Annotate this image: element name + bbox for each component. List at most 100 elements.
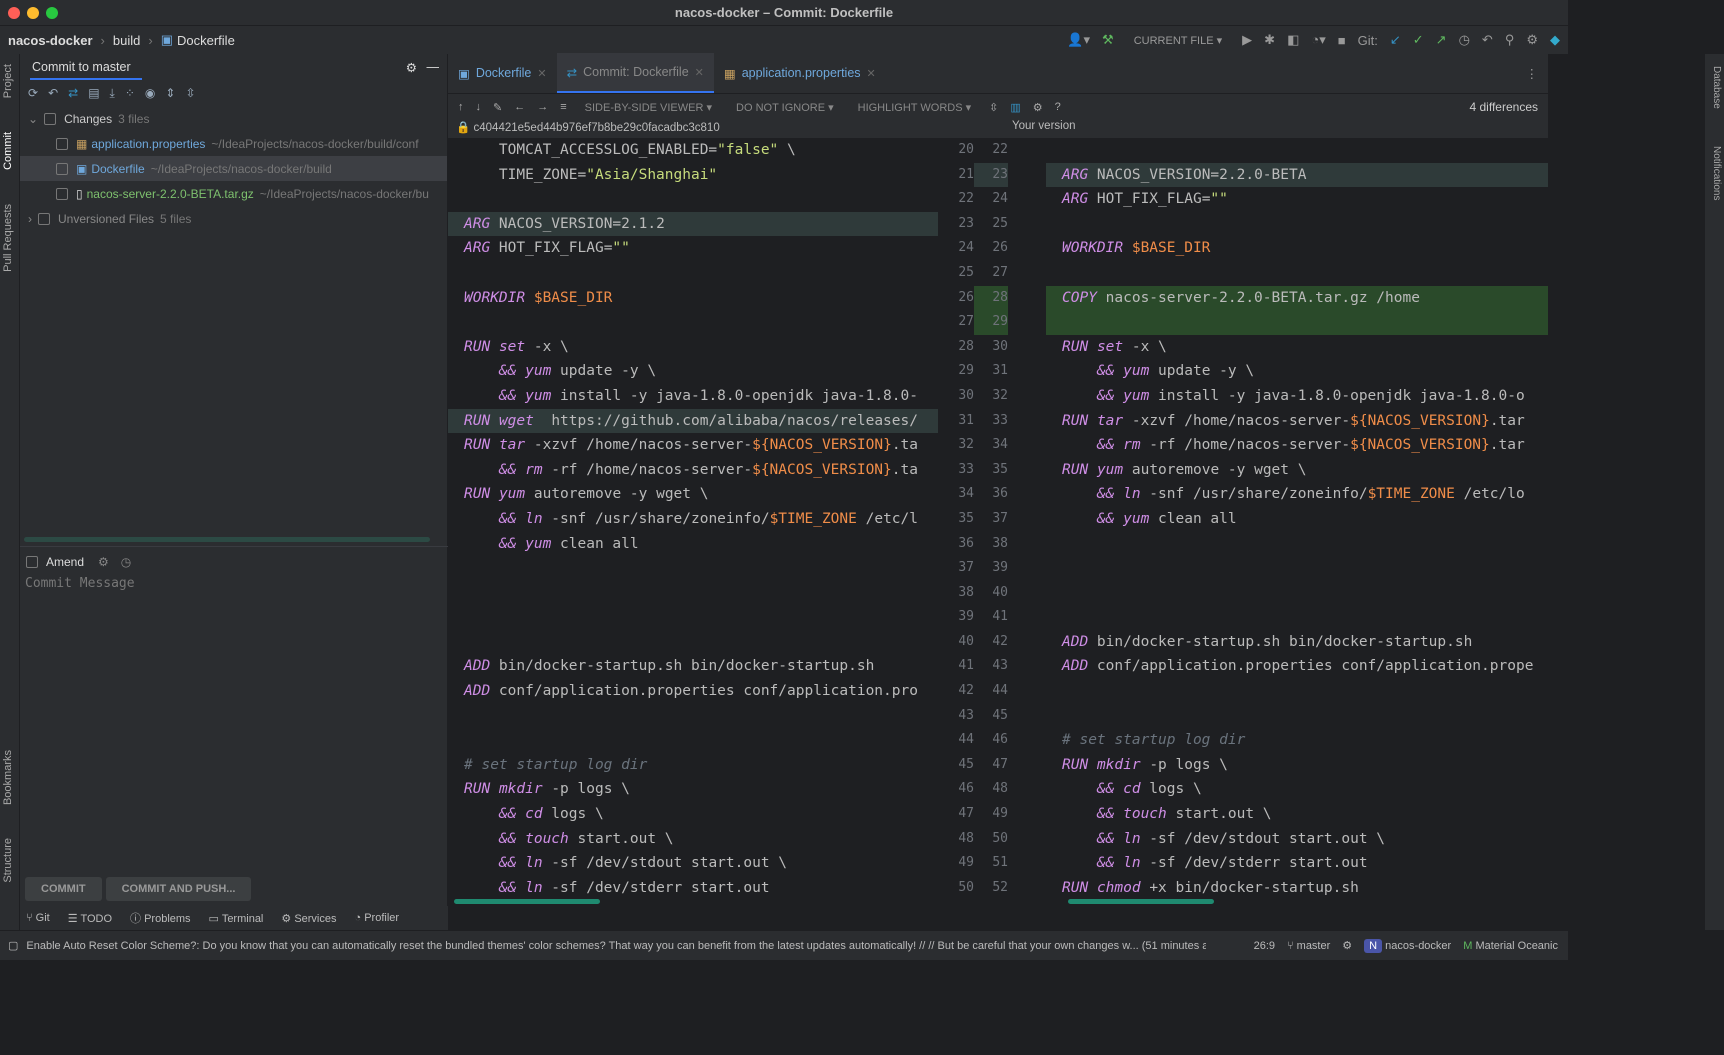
rollback-icon[interactable]: ↶ (48, 86, 58, 100)
collapse-all-icon[interactable]: ⇳ (185, 86, 195, 100)
amend-checkbox[interactable] (26, 555, 38, 568)
tab-commit-dockerfile[interactable]: ⇄ Commit: Dockerfile ✕ (556, 53, 714, 93)
changes-checkbox[interactable] (44, 112, 57, 125)
project-badge[interactable]: N nacos-docker (1364, 938, 1451, 953)
git-branch[interactable]: ⑂ master (1287, 940, 1330, 952)
refresh-icon[interactable]: ⟳ (28, 86, 38, 100)
file-checkbox[interactable] (56, 187, 68, 200)
tool-project[interactable]: Project (2, 64, 14, 98)
commit-button[interactable]: COMMIT (25, 877, 102, 901)
more-tabs-icon[interactable]: ⋮ (1526, 66, 1539, 81)
close-icon[interactable]: ✕ (867, 67, 876, 80)
chevron-right-icon[interactable]: › (28, 212, 32, 226)
back-icon[interactable]: ← (514, 101, 525, 113)
rollback-icon[interactable]: ↶ (1482, 32, 1493, 48)
file-row[interactable]: ▣ Dockerfile ~/IdeaProjects/nacos-docker… (20, 156, 447, 181)
tool-git[interactable]: ⑂ Git (26, 912, 50, 924)
next-diff-icon[interactable]: ↓ (476, 101, 482, 113)
status-message[interactable]: Enable Auto Reset Color Scheme?: Do you … (26, 940, 1206, 952)
file-checkbox[interactable] (56, 162, 68, 175)
close-icon[interactable]: ✕ (695, 66, 704, 79)
horizontal-scrollbar[interactable] (24, 537, 430, 542)
tool-structure[interactable]: Structure (2, 838, 14, 883)
tool-pull-requests[interactable]: Pull Requests (2, 204, 14, 272)
menu-icon[interactable]: ≡ (560, 101, 566, 113)
git-update-icon[interactable]: ↙ (1390, 32, 1401, 48)
git-push-icon[interactable]: ↗ (1436, 32, 1447, 48)
changelist-icon[interactable]: ▤ (88, 86, 99, 100)
user-icon[interactable]: 👤▾ (1067, 32, 1090, 48)
sync-scroll-icon[interactable]: ▥ (1010, 101, 1020, 114)
stop-icon[interactable]: ■ (1338, 33, 1346, 48)
search-icon[interactable]: ⚲ (1505, 32, 1515, 48)
view-options-eye-icon[interactable]: ◉ (145, 86, 155, 100)
group-by-icon[interactable]: ⁘ (125, 86, 135, 100)
tool-services[interactable]: ⚙ Services (281, 912, 336, 925)
breadcrumb-file[interactable]: Dockerfile (177, 33, 235, 48)
forward-icon[interactable]: → (537, 101, 548, 113)
changes-group[interactable]: ⌄ Changes 3 files (20, 106, 447, 131)
tab-dockerfile[interactable]: ▣ Dockerfile ✕ (448, 53, 557, 93)
commit-and-push-button[interactable]: COMMIT AND PUSH... (105, 877, 252, 901)
prev-diff-icon[interactable]: ↑ (458, 101, 464, 113)
run-config-dropdown[interactable]: CURRENT FILE ▾ (1126, 34, 1230, 47)
commit-message-input[interactable]: Commit Message (25, 576, 135, 591)
commit-tab[interactable]: Commit to master (32, 60, 131, 74)
left-line-number: 40 (958, 633, 974, 649)
help-icon[interactable]: ? (1055, 101, 1061, 113)
lock-icon[interactable]: ⚙ (1342, 939, 1352, 952)
history-icon[interactable]: ◷ (1459, 32, 1470, 48)
profile-icon[interactable]: ◔▾ (1311, 32, 1325, 48)
shelve-icon[interactable]: ⤓ (110, 86, 115, 101)
highlight-dropdown[interactable]: HIGHLIGHT WORDS ▾ (852, 101, 978, 114)
left-diff-pane[interactable]: TOMCAT_ACCESSLOG_ENABLED="false" \ TIME_… (448, 138, 938, 904)
tool-problems[interactable]: ⓘ Problems (130, 910, 191, 926)
tool-bookmarks[interactable]: Bookmarks (2, 750, 14, 805)
minimize-icon[interactable]: — (427, 60, 440, 74)
commit-options-gear-icon[interactable]: ⚙ (98, 555, 109, 569)
close-window-button[interactable] (8, 7, 20, 19)
history-icon[interactable]: ◷ (121, 555, 131, 569)
collapse-unchanged-icon[interactable]: ⇳ (989, 101, 998, 114)
ignore-dropdown[interactable]: DO NOT IGNORE ▾ (730, 101, 840, 114)
layout-icon[interactable]: ▢ (8, 939, 18, 952)
debug-icon[interactable]: ✱ (1264, 32, 1275, 48)
amend-label[interactable]: Amend (46, 555, 84, 569)
show-diff-icon[interactable]: ⇄ (68, 86, 78, 100)
tool-terminal[interactable]: ▭ Terminal (209, 912, 264, 925)
tool-database[interactable]: Database (1711, 66, 1722, 109)
unversioned-group[interactable]: › Unversioned Files 5 files (20, 206, 447, 231)
close-icon[interactable]: ✕ (537, 67, 546, 80)
run-icon[interactable]: ▶ (1242, 32, 1252, 48)
breadcrumb-project[interactable]: nacos-docker (8, 33, 93, 48)
left-horizontal-scrollbar[interactable] (454, 899, 600, 904)
expand-all-icon[interactable]: ⇕ (165, 86, 175, 100)
minimize-window-button[interactable] (27, 7, 39, 19)
right-diff-pane[interactable]: ARG NACOS_VERSION=2.2.0-BETA ARG HOT_FIX_… (1046, 138, 1548, 904)
chevron-down-icon[interactable]: ⌄ (28, 112, 38, 126)
theme-indicator[interactable]: M Material Oceanic (1463, 940, 1558, 952)
tool-commit[interactable]: Commit (2, 132, 14, 170)
edit-icon[interactable]: ✎ (493, 101, 502, 114)
tool-notifications[interactable]: Notifications (1711, 146, 1722, 200)
build-hammer-icon[interactable]: ⚒ (1102, 32, 1114, 48)
file-checkbox[interactable] (56, 137, 68, 150)
settings-gear-icon[interactable]: ⚙ (406, 60, 417, 75)
file-row[interactable]: ▯ nacos-server-2.2.0-BETA.tar.gz ~/IdeaP… (20, 181, 447, 206)
tab-application-properties[interactable]: ▦ application.properties ✕ (714, 53, 886, 93)
file-row[interactable]: ▦ application.properties ~/IdeaProjects/… (20, 131, 447, 156)
settings-gear-icon[interactable]: ⚙ (1033, 101, 1043, 114)
tool-todo[interactable]: ☰ TODO (68, 912, 112, 925)
viewer-dropdown[interactable]: SIDE-BY-SIDE VIEWER ▾ (579, 101, 718, 114)
settings-gear-icon[interactable]: ⚙ (1526, 32, 1538, 48)
git-commit-icon[interactable]: ✓ (1413, 32, 1424, 48)
maximize-window-button[interactable] (46, 7, 58, 19)
right-horizontal-scrollbar[interactable] (1068, 899, 1214, 904)
tool-profiler[interactable]: ◔ Profiler (355, 912, 400, 924)
jetbrains-logo-icon[interactable]: ◆ (1550, 32, 1560, 48)
unversioned-checkbox[interactable] (38, 212, 50, 225)
breadcrumb-folder[interactable]: build (113, 33, 140, 48)
caret-position[interactable]: 26:9 (1254, 940, 1275, 952)
coverage-icon[interactable]: ◧ (1287, 32, 1299, 48)
